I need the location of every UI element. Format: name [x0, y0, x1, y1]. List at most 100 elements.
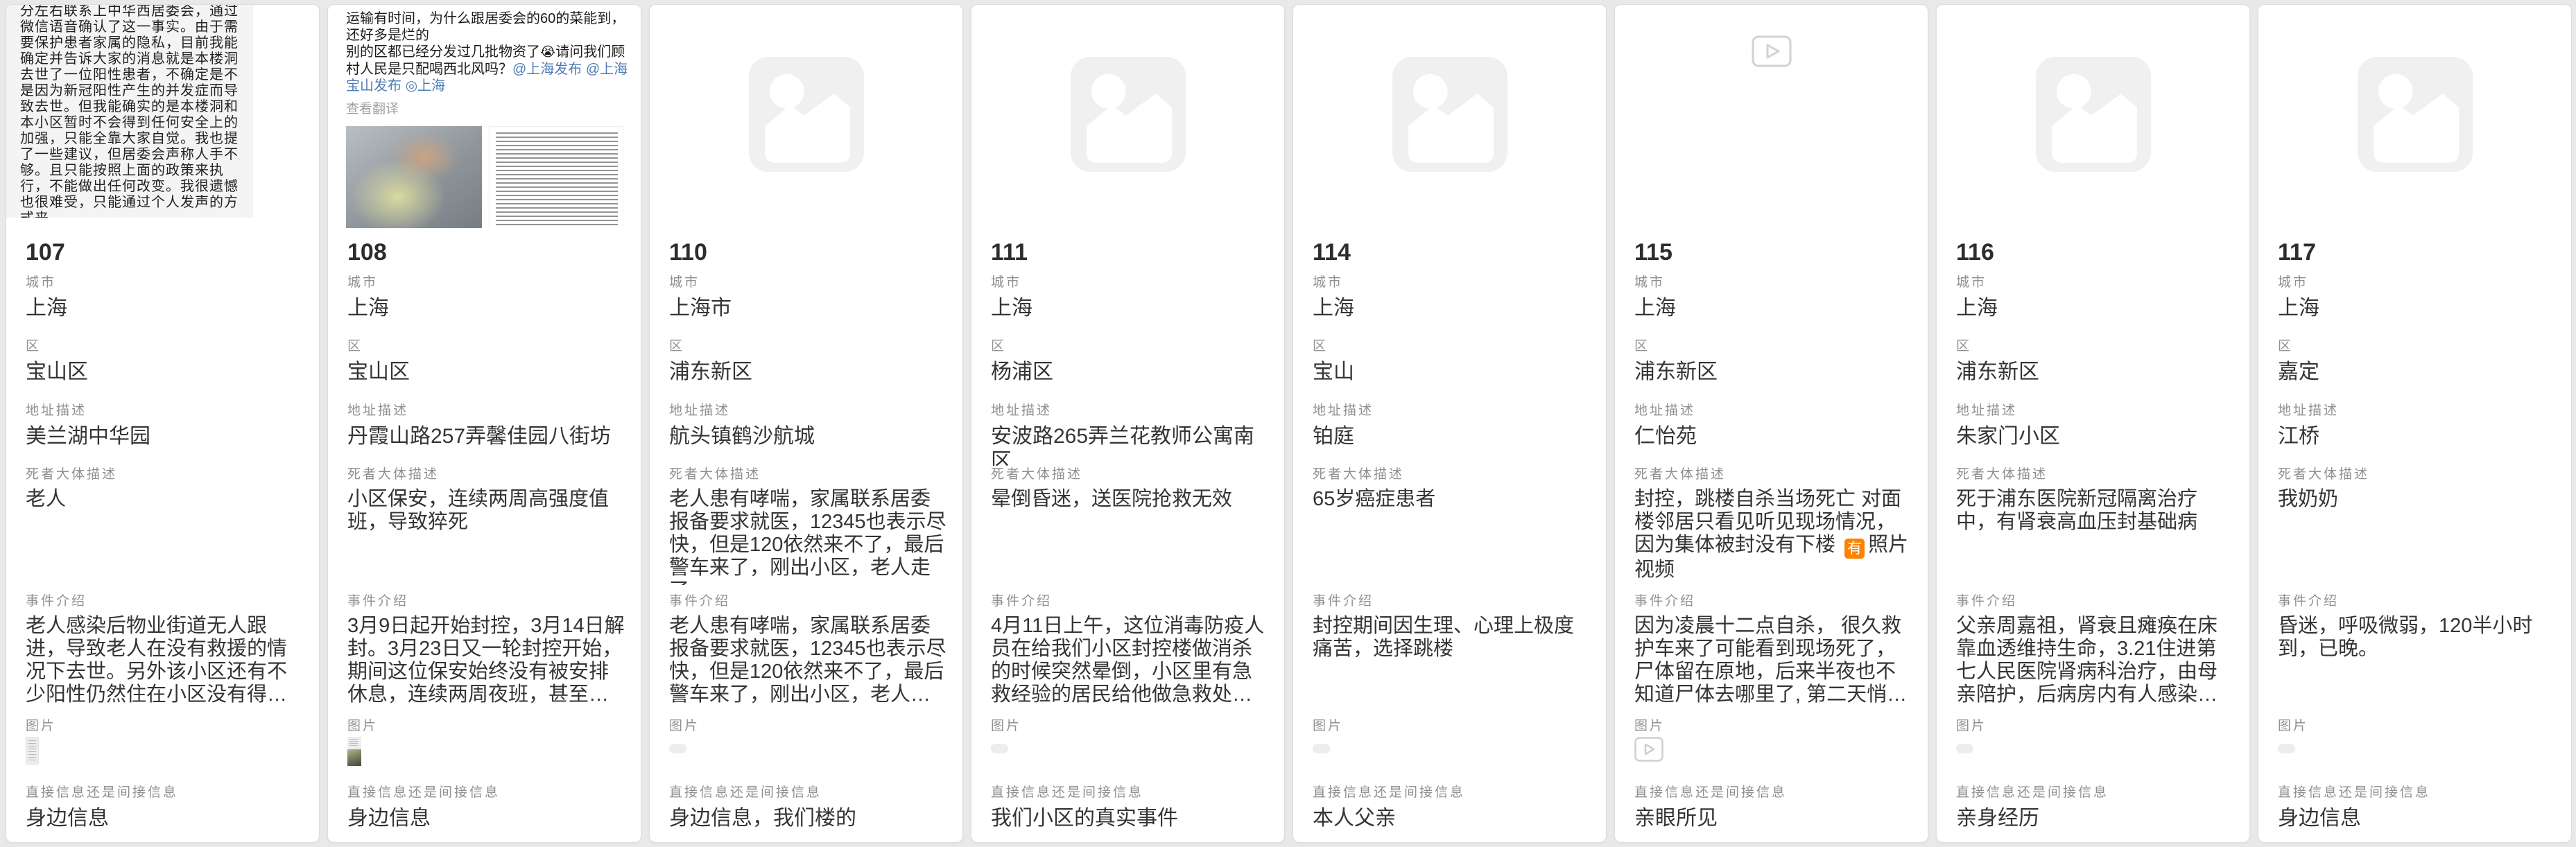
attachment-thumbnail[interactable]: [26, 737, 304, 765]
video-thumbnail[interactable]: [1634, 737, 1912, 765]
image-thumbnail-pill[interactable]: [1956, 744, 1973, 753]
mention-link[interactable]: @上海宝山发布: [346, 62, 628, 94]
record-card-114[interactable]: 114 城市 上海 区 宝山 地址描述 铂庭 死者大体描述 65岁癌症患者 事件…: [1293, 4, 1607, 843]
field-label-city: 城市: [1634, 274, 1912, 292]
field-label-address: 地址描述: [1634, 402, 1912, 420]
field-label-address: 地址描述: [669, 402, 947, 420]
image-thumbnail-pill[interactable]: [991, 744, 1008, 753]
field-value-direct-or-indirect: 亲眼所见: [1634, 806, 1912, 831]
record-card-108[interactable]: 运输有时间，为什么跟居委会的60的菜能到，还好多是烂的别的区都已经分发过几批物资…: [327, 4, 641, 843]
attachment-thumbnail[interactable]: [669, 744, 947, 753]
field-label-address: 地址描述: [1313, 402, 1591, 420]
field-value-victim-description: 封控，跳楼自杀当场死亡 对面楼邻居只看见听见现场情况，因为集体被封没有下楼 有照…: [1634, 488, 1912, 582]
field-value-district: 浦东新区: [1956, 360, 2234, 385]
field-label-image: 图片: [347, 717, 625, 735]
card-media-attachment[interactable]: [1615, 5, 1928, 228]
record-number: 116: [1956, 237, 2234, 268]
field-value-direct-or-indirect: 本人父亲: [1313, 806, 1591, 831]
record-number: 108: [347, 237, 625, 268]
post-images: [328, 126, 641, 228]
video-play-icon: [1634, 737, 1663, 762]
record-card-117[interactable]: 117 城市 上海 区 嘉定 地址描述 江桥 死者大体描述 我奶奶 事件介绍 昏…: [2258, 4, 2572, 843]
card-media-attachment[interactable]: [2258, 5, 2571, 228]
field-value-victim-description: 老人: [26, 488, 304, 511]
image-thumbnail-pill[interactable]: [669, 744, 686, 753]
field-value-address: 丹霞山路257弄馨佳园八街坊: [347, 424, 625, 449]
card-media-attachment[interactable]: 分左右联系上中华西居委会，通过微信语音确认了这一事实。由于需要保护患者家属的隐私…: [6, 5, 319, 228]
field-value-victim-description: 老人患有哮喘，家属联系居委报备要求就医，12345也表示尽快，但是120依然来不…: [669, 488, 947, 585]
field-value-address: 航头镇鹤沙航城: [669, 424, 947, 449]
attachment-thumbnail[interactable]: [991, 744, 1269, 753]
field-label-city: 城市: [991, 274, 1269, 292]
field-label-image: 图片: [2278, 717, 2556, 735]
card-body: 114 城市 上海 区 宝山 地址描述 铂庭 死者大体描述 65岁癌症患者 事件…: [1293, 237, 1606, 843]
record-card-110[interactable]: 110 城市 上海市 区 浦东新区 地址描述 航头镇鹤沙航城 死者大体描述 老人…: [649, 4, 963, 843]
card-body: 115 城市 上海 区 浦东新区 地址描述 仁怡苑 死者大体描述 封控，跳楼自杀…: [1615, 237, 1928, 843]
field-label-address: 地址描述: [347, 402, 625, 420]
video-play-icon: [1752, 35, 1792, 67]
field-label-city: 城市: [26, 274, 304, 292]
field-value-event-intro: 昏迷，呼吸微弱，120半小时到，已晚。: [2278, 615, 2556, 661]
card-media-attachment[interactable]: 运输有时间，为什么跟居委会的60的菜能到，还好多是烂的别的区都已经分发过几批物资…: [328, 5, 641, 228]
post-text: 运输有时间，为什么跟居委会的60的菜能到，还好多是烂的别的区都已经分发过几批物资…: [328, 5, 641, 94]
field-label-victim-description: 死者大体描述: [2278, 466, 2556, 484]
card-media-attachment[interactable]: [650, 5, 962, 228]
image-placeholder-icon: [749, 57, 864, 172]
attachment-thumbnail[interactable]: [1313, 744, 1591, 753]
field-value-address: 朱家门小区: [1956, 424, 2234, 449]
card-body: 116 城市 上海 区 浦东新区 地址描述 朱家门小区 死者大体描述 死于浦东医…: [1937, 237, 2249, 843]
field-value-address: 江桥: [2278, 424, 2556, 449]
image-placeholder-icon: [1071, 57, 1186, 172]
image-thumbnail-pill[interactable]: [2278, 744, 2295, 753]
image-thumbnail-pill[interactable]: [1313, 744, 1330, 753]
record-card-115[interactable]: 115 城市 上海 区 浦东新区 地址描述 仁怡苑 死者大体描述 封控，跳楼自杀…: [1614, 4, 1928, 843]
record-number: 117: [2278, 237, 2556, 268]
attachment-thumbnail[interactable]: [2278, 744, 2556, 753]
field-value-event-intro: 3月9日起开始封控，3月14日解封。3月23日又一轮封控开始，期间这位保安始终没…: [347, 615, 625, 706]
field-value-city: 上海: [26, 296, 304, 321]
field-label-direct-or-indirect: 直接信息还是间接信息: [1956, 784, 2234, 802]
card-body: 111 城市 上海 区 杨浦区 地址描述 安波路265弄兰花教师公寓南区 死者大…: [971, 237, 1284, 843]
field-label-city: 城市: [347, 274, 625, 292]
attachment-thumbnail[interactable]: [347, 737, 625, 766]
field-label-district: 区: [1634, 338, 1912, 356]
field-label-victim-description: 死者大体描述: [26, 466, 304, 484]
post-text-screenshot[interactable]: [489, 126, 623, 228]
field-value-event-intro: 父亲周嘉祖，肾衰且瘫痪在床靠血透维持生命，3.21住进第七人民医院肾病科治疗，由…: [1956, 615, 2234, 706]
field-value-city: 上海: [991, 296, 1269, 321]
card-media-attachment[interactable]: [971, 5, 1284, 228]
field-label-address: 地址描述: [2278, 402, 2556, 420]
field-value-event-intro: 封控期间因生理、心理上极度痛苦，选择跳楼: [1313, 615, 1591, 661]
field-label-district: 区: [669, 338, 947, 356]
image-placeholder-icon: [2036, 57, 2151, 172]
mention-link[interactable]: ◎上海: [406, 78, 445, 94]
image-placeholder-icon: [1392, 57, 1507, 172]
field-label-address: 地址描述: [1956, 402, 2234, 420]
record-card-107[interactable]: 分左右联系上中华西居委会，通过微信语音确认了这一事实。由于需要保护患者家属的隐私…: [6, 4, 320, 843]
card-media-attachment[interactable]: [1937, 5, 2249, 228]
field-value-event-intro: 老人患有哮喘，家属联系居委报备要求就医，12345也表示尽快，但是120依然来不…: [669, 615, 947, 706]
post-photo-cabbage[interactable]: [346, 126, 482, 228]
field-label-victim-description: 死者大体描述: [1313, 466, 1591, 484]
field-value-city: 上海: [1956, 296, 2234, 321]
image-thumbnail-screenshot[interactable]: [26, 737, 39, 765]
view-translation-link[interactable]: 查看翻译: [328, 98, 641, 117]
record-number: 110: [669, 237, 947, 268]
field-value-direct-or-indirect: 身边信息: [2278, 806, 2556, 831]
field-label-city: 城市: [1313, 274, 1591, 292]
field-value-direct-or-indirect: 身边信息: [26, 806, 304, 831]
field-label-victim-description: 死者大体描述: [669, 466, 947, 484]
field-value-address: 美兰湖中华园: [26, 424, 304, 449]
field-value-victim-description: 死于浦东医院新冠隔离治疗中，有肾衰高血压封基础病: [1956, 488, 2234, 534]
image-thumbnail-pair[interactable]: [347, 737, 361, 766]
field-label-direct-or-indirect: 直接信息还是间接信息: [991, 784, 1269, 802]
field-label-victim-description: 死者大体描述: [991, 466, 1269, 484]
card-media-attachment[interactable]: [1293, 5, 1606, 228]
field-label-event-intro: 事件介绍: [26, 593, 304, 611]
attachment-thumbnail[interactable]: [1956, 744, 2234, 753]
mention-link[interactable]: @上海发布: [512, 62, 582, 77]
has-media-badge: 有: [1844, 539, 1865, 559]
field-value-district: 宝山区: [347, 360, 625, 385]
record-card-116[interactable]: 116 城市 上海 区 浦东新区 地址描述 朱家门小区 死者大体描述 死于浦东医…: [1936, 4, 2250, 843]
record-card-111[interactable]: 111 城市 上海 区 杨浦区 地址描述 安波路265弄兰花教师公寓南区 死者大…: [971, 4, 1285, 843]
